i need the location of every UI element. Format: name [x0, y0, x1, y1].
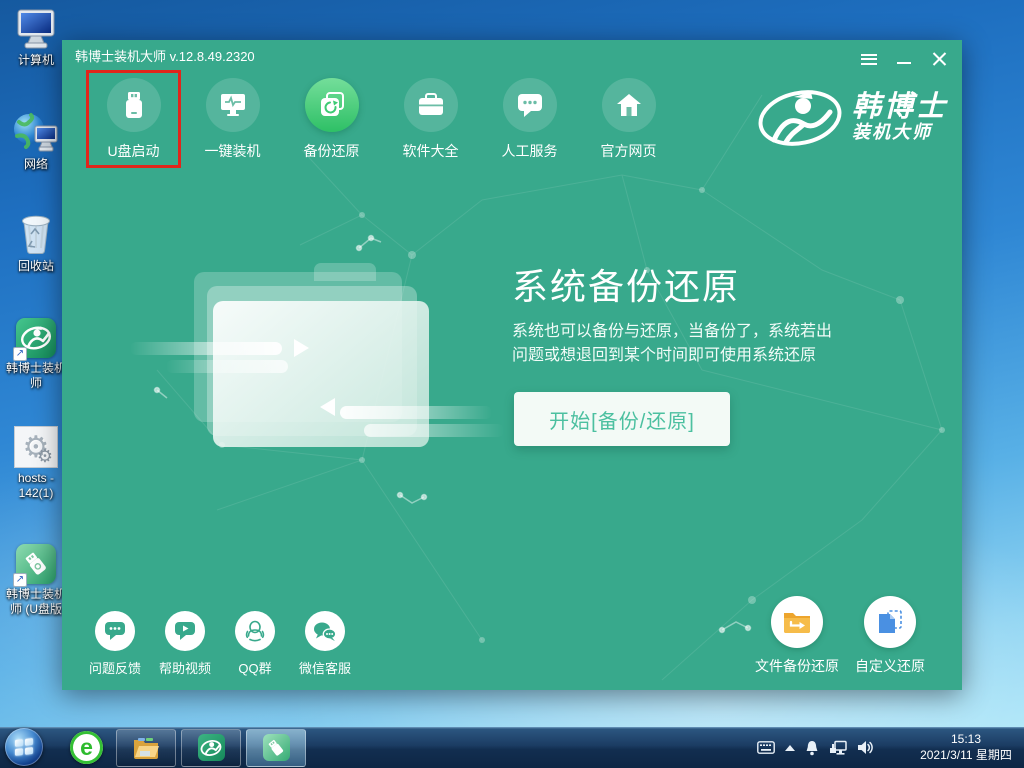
desktop-icon-hosts[interactable]: ⚙⚙ hosts - 142(1): [4, 424, 68, 501]
desktop-icon-hanboshi[interactable]: ↗ 韩博士装机 师: [4, 314, 68, 391]
main-nav: U盘启动 一键装机: [84, 78, 678, 161]
taskbar-clock[interactable]: 15:13 2021/3/11 星期四: [910, 731, 1022, 763]
nav-item-one-key-install[interactable]: 一键装机: [183, 78, 282, 161]
brand-subtitle: 装机大师: [852, 122, 948, 142]
shortcut-arrow-icon: ↗: [13, 347, 27, 361]
footer-link-feedback[interactable]: 问题反馈: [83, 611, 147, 677]
network-status-icon[interactable]: [829, 740, 847, 756]
custom-restore-icon: [864, 596, 916, 648]
nav-item-support[interactable]: 人工服务: [480, 78, 579, 161]
clock-date: 2021/3/11 星期四: [910, 747, 1022, 763]
start-backup-restore-button[interactable]: 开始[备份/还原]: [514, 392, 730, 446]
hamburger-icon: [861, 54, 877, 65]
taskbar: 15:13 2021/3/11 星期四: [0, 727, 1024, 768]
footer-link-label: 帮助视频: [153, 658, 217, 677]
wechat-icon: [305, 611, 345, 651]
desktop-icon-label: hosts - 142(1): [4, 471, 68, 501]
nav-label: 官方网页: [579, 141, 678, 161]
home-icon: [602, 78, 656, 132]
feedback-icon: [95, 611, 135, 651]
desktop-icon-label: 回收站: [4, 259, 68, 274]
desktop-icon-label: 网络: [4, 157, 68, 172]
usb-drive-icon: [107, 78, 161, 132]
footer-action-label: 自定义还原: [820, 656, 960, 676]
video-help-icon: [165, 611, 205, 651]
nav-item-backup-restore[interactable]: 备份还原: [282, 78, 381, 161]
brand-name: 韩博士: [852, 92, 948, 122]
desktop-icon-network[interactable]: 网络: [4, 110, 68, 172]
page-description: 系统也可以备份与还原，当备份了，系统若出 问题或想退回到某个时间即可使用系统还原: [512, 320, 832, 368]
system-tray: [757, 727, 874, 768]
network-icon: [4, 110, 68, 154]
footer-action-custom-restore[interactable]: 自定义还原: [820, 596, 960, 676]
nav-item-software[interactable]: 软件大全: [381, 78, 480, 161]
windows-logo-icon: [15, 738, 33, 755]
footer-link-wechat[interactable]: 微信客服: [293, 611, 357, 677]
shortcut-arrow-icon: ↗: [13, 573, 27, 587]
desktop-icon-computer[interactable]: 计算机: [4, 6, 68, 68]
briefcase-icon: [404, 78, 458, 132]
hanboshi-app-icon: [198, 734, 225, 761]
footer-link-label: 问题反馈: [83, 658, 147, 677]
chat-bubble-icon: [503, 78, 557, 132]
hanboshi-usb-icon: [263, 734, 290, 761]
footer-link-label: 微信客服: [293, 658, 357, 677]
show-hidden-icons-button[interactable]: [785, 745, 795, 751]
nav-label: U盘启动: [84, 141, 183, 161]
window-title: 韩博士装机大师 v.12.8.49.2320: [75, 46, 255, 65]
desktop-icon-label: 计算机: [4, 53, 68, 68]
notification-bell-icon[interactable]: [805, 740, 819, 756]
clock-time: 15:13: [910, 731, 1022, 747]
nav-label: 软件大全: [381, 141, 480, 161]
arrow-right-icon: [294, 339, 309, 357]
recycle-bin-icon: [4, 212, 68, 256]
minimize-button[interactable]: [893, 50, 915, 68]
taskbar-buttons: [116, 727, 306, 768]
hosts-gears-icon: ⚙⚙: [4, 424, 68, 468]
taskbar-hanboshi-button[interactable]: [181, 729, 241, 767]
file-backup-icon: [771, 596, 823, 648]
brand-logo: 韩博士 装机大师: [756, 84, 948, 150]
taskbar-browser-icon[interactable]: [70, 731, 103, 764]
desktop-icon-hanboshi-usb[interactable]: ↗ 韩博士装机 师 (U盘版: [4, 540, 68, 617]
menu-button[interactable]: [858, 50, 880, 68]
close-icon: [932, 52, 947, 67]
nav-item-usb-boot[interactable]: U盘启动: [84, 78, 183, 161]
close-button[interactable]: [928, 50, 950, 68]
backup-restore-icon: [305, 78, 359, 132]
volume-icon[interactable]: [857, 740, 874, 755]
nav-label: 一键装机: [183, 141, 282, 161]
desktop-icon-label: 韩博士装机 师: [4, 361, 68, 391]
nav-label: 人工服务: [480, 141, 579, 161]
footer-link-qq-group[interactable]: QQ群: [223, 611, 287, 677]
brand-logo-icon: [756, 84, 844, 150]
folder-explorer-icon: [132, 736, 160, 760]
nav-label: 备份还原: [282, 141, 381, 161]
arrow-left-icon: [320, 398, 335, 416]
hanboshi-usb-icon: ↗: [4, 540, 68, 584]
taskbar-hanboshi-usb-button[interactable]: [246, 729, 306, 767]
computer-icon: [4, 6, 68, 50]
footer-link-label: QQ群: [223, 658, 287, 677]
desktop-icon-recycle-bin[interactable]: 回收站: [4, 212, 68, 274]
desktop: 计算机 网络 回收站: [0, 0, 1024, 768]
footer-link-video-help[interactable]: 帮助视频: [153, 611, 217, 677]
app-window: 韩博士装机大师 v.12.8.49.2320 U盘启动: [62, 40, 962, 690]
page-title: 系统备份还原: [512, 258, 740, 310]
desktop-icon-label: 韩博士装机 师 (U盘版: [4, 587, 68, 617]
nav-item-official-site[interactable]: 官方网页: [579, 78, 678, 161]
qq-icon: [235, 611, 275, 651]
hanboshi-app-icon: ↗: [4, 314, 68, 358]
taskbar-explorer-button[interactable]: [116, 729, 176, 767]
folders-illustration: [192, 268, 442, 458]
keyboard-icon[interactable]: [757, 741, 775, 754]
monitor-pulse-icon: [206, 78, 260, 132]
minimize-icon: [897, 62, 911, 64]
start-button[interactable]: [5, 728, 43, 766]
window-controls: [858, 50, 950, 68]
